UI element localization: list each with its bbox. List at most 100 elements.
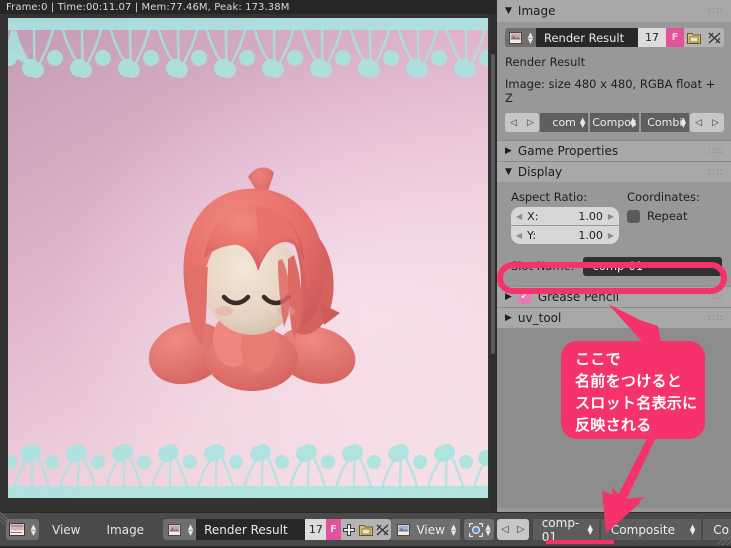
chevron-down-icon: ▼	[505, 5, 512, 16]
panel-header-display[interactable]: ▼ Display ::::	[497, 161, 731, 182]
panel-title-uv-tool: uv_tool	[517, 311, 562, 325]
annotation-arrow	[582, 421, 672, 538]
chevron-updown-icon: ▲ ▼	[485, 522, 491, 537]
render-slot-label: com	[552, 116, 576, 129]
annotation-underline	[546, 540, 614, 544]
aspect-x-field[interactable]: ◀ X: 1.00 ▶	[511, 207, 619, 225]
repeat-checkbox-row[interactable]: Repeat	[627, 209, 722, 223]
chevron-updown-icon: ▲ ▼	[579, 115, 586, 129]
image-info-label: Image: size 480 x 480, RGBA float + Z	[505, 77, 716, 105]
bottom-image-datablock: ▲ ▼ Render Result 17 F	[163, 519, 392, 540]
aspect-y-value: 1.00	[578, 228, 603, 242]
pass-next-button[interactable]: ▷	[706, 113, 724, 132]
chevron-left-icon: ◀	[516, 230, 523, 240]
grip-icon: ::::	[707, 167, 724, 177]
pass-prev-button[interactable]: ◁	[689, 113, 707, 132]
menu-image[interactable]: Image	[93, 523, 157, 537]
corner-shadow-top-left	[0, 511, 14, 526]
render-pass-dropdown[interactable]: Combi ▲ ▼	[640, 113, 689, 132]
chevron-updown-icon: ▲ ▼	[187, 522, 194, 537]
image-icon	[163, 519, 185, 540]
render-pass-label: Combi	[647, 116, 683, 129]
image-name-field[interactable]: Render Result	[536, 28, 638, 47]
chevron-updown-icon: ▲ ▼	[30, 522, 37, 537]
unlink-icon[interactable]	[704, 28, 724, 47]
bottom-image-browse[interactable]: ▲ ▼	[163, 519, 197, 540]
bottom-slot-prev-button[interactable]: ◁	[497, 519, 513, 540]
panel-title-image: Image	[517, 4, 556, 18]
blender-window: Frame:0 | Time:00:11.07 | Mem:77.46M, Pe…	[0, 0, 731, 546]
annotation-line-1: ここで	[575, 350, 621, 368]
image-users-count[interactable]: 17	[638, 28, 666, 47]
open-icon[interactable]	[357, 519, 375, 540]
image-panel-body: ▲ ▼ Render Result 17 F Render Result Ima…	[497, 22, 731, 140]
panel-header-game-properties[interactable]: ▶ Game Properties ::::	[497, 140, 731, 161]
chevron-right-icon: ▶	[607, 211, 614, 221]
image-canvas[interactable]	[0, 14, 496, 512]
render-layer-dropdown[interactable]: Compos ▲ ▼	[590, 113, 639, 132]
annotation-line-4: 反映される	[575, 416, 652, 434]
chevron-updown-icon: ▲ ▼	[630, 115, 636, 129]
grip-icon: ::::	[707, 6, 724, 16]
bottom-slot-next-button[interactable]: ▷	[512, 519, 529, 540]
display-panel-body: Aspect Ratio: ◀ X: 1.00 ▶ ◀ Y: 1.00 ▶ Co…	[497, 182, 731, 254]
panel-title-game-properties: Game Properties	[517, 144, 619, 158]
slot-name-label: Slot Name:	[511, 259, 575, 273]
fake-user-button[interactable]: F	[666, 28, 684, 47]
chevron-updown-icon: ▲ ▼	[680, 115, 686, 129]
chevron-right-icon: ▶	[505, 292, 512, 302]
slot-name-row: Slot Name: comp-01	[497, 254, 731, 278]
plus-icon[interactable]	[340, 519, 358, 540]
grip-icon: ::::	[707, 313, 724, 323]
grip-icon: ::::	[707, 292, 724, 302]
pivot-selector[interactable]: ▲ ▼	[464, 519, 494, 540]
image-editor: Frame:0 | Time:00:11.07 | Mem:77.46M, Pe…	[0, 0, 496, 512]
chevron-right-icon: ▶	[505, 145, 512, 156]
grease-pencil-checkbox[interactable]: ✓	[517, 290, 531, 304]
aspect-y-key: Y:	[527, 228, 537, 242]
render-stats-text: Frame:0 | Time:00:11.07 | Mem:77.46M, Pe…	[6, 1, 290, 13]
chevron-updown-icon: ▲ ▼	[689, 522, 696, 536]
chevron-updown-icon: ▲ ▼	[450, 522, 457, 537]
panel-header-image[interactable]: ▼ Image ::::	[497, 0, 731, 22]
render-slot-dropdown[interactable]: com ▲ ▼	[540, 113, 589, 132]
image-browse-spinner[interactable]: ▲ ▼	[525, 28, 536, 47]
corner-resize-grip[interactable]	[715, 529, 731, 546]
slot-name-input[interactable]: comp-01	[582, 256, 722, 276]
slot-prev-button[interactable]: ◁	[505, 113, 522, 132]
unlink-icon[interactable]	[374, 519, 392, 540]
slot-next-button[interactable]: ▷	[522, 113, 539, 132]
lace-border-bottom	[8, 428, 488, 498]
bottom-image-name[interactable]: Render Result	[196, 519, 306, 540]
menu-view[interactable]: View	[39, 523, 93, 537]
aspect-x-value: 1.00	[578, 209, 603, 223]
bottom-fake-user-button[interactable]: F	[326, 519, 341, 540]
pivot-icon	[467, 522, 485, 537]
annotation-line-3: スロット名表示に	[575, 394, 698, 412]
chevron-left-icon: ◀	[516, 211, 523, 221]
render-stats-bar: Frame:0 | Time:00:11.07 | Mem:77.46M, Pe…	[0, 0, 496, 14]
image-source-label: Render Result	[505, 55, 586, 69]
bottom-users-count[interactable]: 17	[305, 519, 327, 540]
image-icon	[393, 523, 413, 536]
character-render	[128, 163, 378, 393]
panel-title-display: Display	[517, 165, 563, 179]
chevron-down-icon: ▼	[505, 166, 512, 177]
spacer	[497, 278, 731, 286]
chevron-right-icon: ▶	[505, 313, 512, 323]
aspect-y-field[interactable]: ◀ Y: 1.00 ▶	[511, 226, 619, 244]
image-icon[interactable]	[505, 28, 525, 47]
aspect-ratio-label: Aspect Ratio:	[511, 190, 588, 204]
view-mode-label: View	[416, 522, 445, 537]
annotation-line-2: 名前をつけると	[575, 372, 683, 390]
rendered-image[interactable]	[8, 18, 488, 498]
render-layer-row: ◁ ▷ com ▲ ▼ Compos ▲ ▼ Combi ▲ ▼ ◁ ▷	[505, 113, 724, 132]
repeat-checkbox[interactable]	[627, 209, 640, 223]
view-mode-selector[interactable]: View ▲ ▼	[391, 519, 461, 540]
chevron-right-icon: ▶	[607, 230, 614, 240]
grip-icon: ::::	[707, 146, 724, 156]
save-icon[interactable]	[684, 28, 704, 47]
lace-border-top	[8, 18, 488, 88]
aspect-x-key: X:	[527, 209, 539, 223]
image-datablock-row: ▲ ▼ Render Result 17 F	[505, 28, 724, 47]
